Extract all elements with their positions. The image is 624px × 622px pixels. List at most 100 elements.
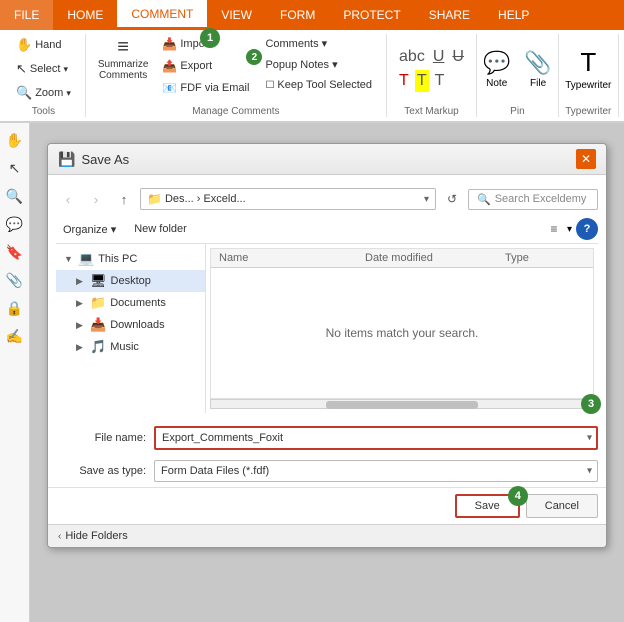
left-attach-button[interactable]: 📎	[2, 267, 28, 293]
comments-button[interactable]: Comments ▾	[259, 34, 378, 53]
left-sign-button[interactable]: ✍	[2, 323, 28, 349]
downloads-icon: 📥	[90, 317, 106, 333]
dialog-close-button[interactable]: ✕	[576, 149, 596, 169]
left-lock-button[interactable]: 🔒	[2, 295, 28, 321]
documents-icon: 📁	[90, 295, 106, 311]
popup-notes-button[interactable]: Popup Notes ▾	[259, 55, 378, 74]
ribbon-content: ✋ Hand ↖ Select ▾ 🔍 Zoom ▾ Tools	[0, 30, 624, 122]
filetype-select[interactable]: Form Data Files (*.fdf)	[154, 460, 598, 482]
tab-protect[interactable]: PROTECT	[329, 0, 414, 30]
ribbon-group-typewriter: T Typewriter Typewriter	[559, 34, 619, 117]
summarize-comments-button[interactable]: ≡ SummarizeComments	[94, 34, 153, 83]
tab-help[interactable]: HELP	[484, 0, 543, 30]
strikethrough-icon[interactable]: U	[450, 46, 466, 68]
select-button[interactable]: ↖ Select ▾	[10, 58, 77, 80]
refresh-button[interactable]: ↺	[440, 187, 464, 211]
dialog-title-text: Save As	[81, 152, 129, 167]
text-color-icon[interactable]: T	[397, 70, 411, 92]
help-button[interactable]: ?	[576, 218, 598, 240]
tree-item-documents[interactable]: ▶ 📁 Documents	[56, 292, 205, 314]
left-hand-button[interactable]: ✋	[2, 127, 28, 153]
horizontal-scrollbar[interactable]: 3	[210, 399, 594, 409]
abc-icon[interactable]: abc	[397, 46, 427, 68]
nav-back-button[interactable]: ‹	[56, 187, 80, 211]
hand-button[interactable]: ✋ Hand	[10, 34, 77, 56]
tab-home[interactable]: HOME	[53, 0, 117, 30]
left-stamp-button[interactable]: 🔖	[2, 239, 28, 265]
left-select-button[interactable]: ↖	[2, 155, 28, 181]
desktop-icon: 🖥	[90, 273, 107, 289]
view-toggle-button[interactable]: ≡	[543, 218, 565, 240]
file-label: File	[530, 78, 546, 89]
ribbon-tabs: FILE HOME COMMENT VIEW FORM PROTECT SHAR…	[0, 0, 624, 30]
tree-item-desktop[interactable]: ▶ 🖥 Desktop	[56, 270, 205, 292]
summarize-icon: ≡	[117, 36, 129, 59]
filetype-row: Save as type: Form Data Files (*.fdf) ▾	[48, 455, 606, 487]
folder-tree: ▼ 💻 This PC ▶ 🖥 Desktop ▶	[56, 244, 206, 413]
chevron-right-icon: ▶	[76, 342, 86, 353]
text-highlight-icon[interactable]: T	[415, 70, 429, 92]
tab-comment[interactable]: COMMENT	[117, 0, 207, 30]
tree-item-downloads[interactable]: ▶ 📥 Downloads	[56, 314, 205, 336]
scrollbar-thumb	[326, 401, 479, 409]
search-icon: 🔍	[477, 193, 491, 206]
cancel-button[interactable]: Cancel	[526, 494, 598, 518]
zoom-icon: 🔍	[16, 85, 32, 101]
text-style-icon[interactable]: T	[433, 70, 447, 92]
dialog-toolbar-row: Organize ▾ New folder ≡ ▾ ?	[56, 215, 598, 244]
tab-form[interactable]: FORM	[266, 0, 329, 30]
organize-button[interactable]: Organize ▾	[56, 219, 123, 240]
save-button-wrapper: Save 4	[455, 494, 520, 518]
hide-folders-label: Hide Folders	[65, 530, 127, 542]
tree-label-music: Music	[110, 341, 139, 353]
zoom-button[interactable]: 🔍 Zoom ▾	[10, 82, 77, 104]
underline-icon[interactable]: U	[431, 46, 447, 68]
view-dropdown[interactable]: ▾	[567, 224, 572, 235]
file-attach-icon: 📎	[524, 50, 551, 76]
address-text: Des... › Exceld...	[165, 193, 246, 205]
chevron-right-icon: ▶	[76, 298, 86, 309]
computer-icon: 💻	[78, 251, 94, 267]
manage-comments-label: Manage Comments	[192, 106, 279, 117]
address-dropdown[interactable]: ▾	[424, 194, 429, 205]
dialog-titlebar: 💾 Save As ✕	[48, 144, 606, 175]
filename-input[interactable]	[154, 426, 598, 450]
checkbox-icon: ☐	[265, 80, 274, 91]
tree-item-this-pc[interactable]: ▼ 💻 This PC	[56, 248, 205, 270]
tab-share[interactable]: SHARE	[415, 0, 484, 30]
main-area: 💾 Save As ✕ ‹ › ↑ 📁 Des... › Exceld...	[30, 123, 624, 622]
column-type: Type	[505, 252, 585, 264]
tab-view[interactable]: VIEW	[207, 0, 266, 30]
hide-folders-button[interactable]: ‹ Hide Folders	[48, 524, 606, 547]
nav-row: ‹ › ↑ 📁 Des... › Exceld... ▾ ↺ 🔍 Search …	[56, 183, 598, 215]
export-button[interactable]: 📤 Export 2	[156, 56, 255, 76]
nav-forward-button[interactable]: ›	[84, 187, 108, 211]
new-folder-button[interactable]: New folder	[127, 219, 194, 239]
tools-group-content: ✋ Hand ↖ Select ▾ 🔍 Zoom ▾	[10, 34, 77, 104]
left-zoom-button[interactable]: 🔍	[2, 183, 28, 209]
nav-up-button[interactable]: ↑	[112, 187, 136, 211]
keep-tool-button[interactable]: ☐ Keep Tool Selected	[259, 76, 378, 94]
tree-item-music[interactable]: ▶ 🎵 Music	[56, 336, 205, 358]
tab-file[interactable]: FILE	[0, 0, 53, 30]
search-bar[interactable]: 🔍 Search Exceldemy	[468, 189, 598, 210]
ribbon-group-manage-comments: ≡ SummarizeComments 📥 Import 📤 Export 2 …	[86, 34, 387, 117]
dialog-main-panel: ▼ 💻 This PC ▶ 🖥 Desktop ▶	[56, 244, 598, 413]
chevron-left-icon: ‹	[58, 531, 61, 542]
tree-label-documents: Documents	[110, 297, 166, 309]
chevron-right-icon: ▶	[76, 276, 86, 287]
address-bar[interactable]: 📁 Des... › Exceld... ▾	[140, 188, 436, 210]
chevron-down-icon: ▼	[64, 254, 74, 264]
badge-4: 4	[508, 486, 528, 506]
dialog-title-icon: 💾	[58, 151, 75, 168]
address-folder-icon: 📁	[147, 192, 162, 206]
fdf-email-button[interactable]: 📧 FDF via Email	[156, 78, 255, 98]
file-list-panel: Name Date modified Type No items match y…	[206, 244, 598, 413]
badge-3: 3	[581, 394, 601, 414]
column-name: Name	[219, 252, 365, 264]
tree-label-this-pc: This PC	[98, 253, 137, 265]
save-as-dialog: 💾 Save As ✕ ‹ › ↑ 📁 Des... › Exceld...	[47, 143, 607, 548]
left-comment-button[interactable]: 💬	[2, 211, 28, 237]
typewriter-group-label: Typewriter	[565, 106, 611, 117]
pin-label: Pin	[510, 106, 524, 117]
